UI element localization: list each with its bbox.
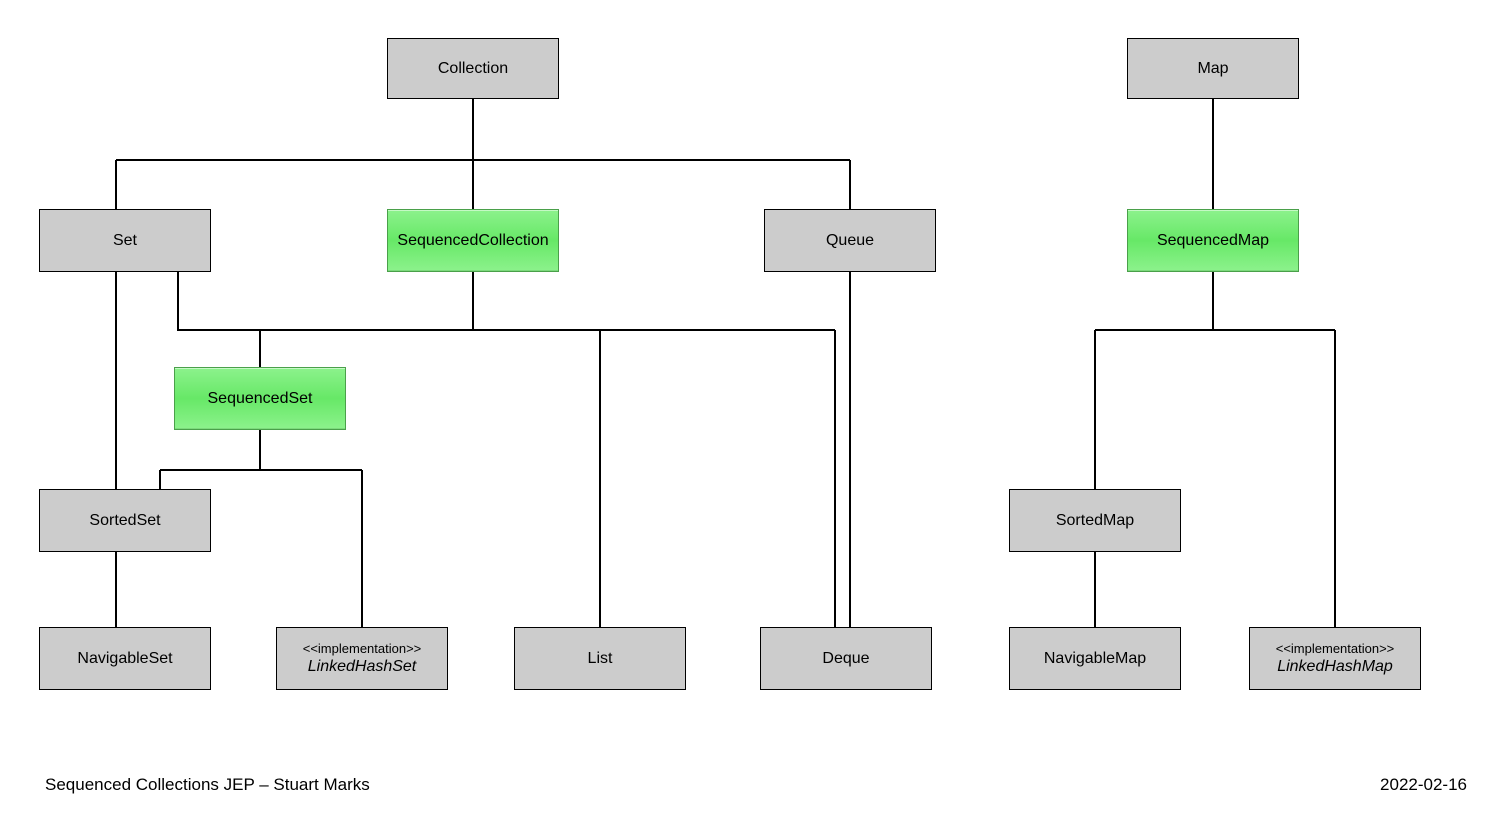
node-navigable-set: NavigableSet xyxy=(39,627,211,690)
node-collection: Collection xyxy=(387,38,559,99)
node-map: Map xyxy=(1127,38,1299,99)
footer-title: Sequenced Collections JEP – Stuart Marks xyxy=(45,775,370,795)
node-sorted-set: SortedSet xyxy=(39,489,211,552)
node-navigable-map: NavigableMap xyxy=(1009,627,1181,690)
node-linked-hash-set: <<implementation>> LinkedHashSet xyxy=(276,627,448,690)
node-sequenced-collection: SequencedCollection xyxy=(387,209,559,272)
stereotype-label: <<implementation>> xyxy=(303,641,422,657)
node-list: List xyxy=(514,627,686,690)
node-linked-hash-map: <<implementation>> LinkedHashMap xyxy=(1249,627,1421,690)
implementation-name: LinkedHashSet xyxy=(308,657,417,676)
node-sorted-map: SortedMap xyxy=(1009,489,1181,552)
node-deque: Deque xyxy=(760,627,932,690)
footer-date: 2022-02-16 xyxy=(1380,775,1467,795)
node-queue: Queue xyxy=(764,209,936,272)
stereotype-label: <<implementation>> xyxy=(1276,641,1395,657)
implementation-name: LinkedHashMap xyxy=(1277,657,1393,676)
node-sequenced-map: SequencedMap xyxy=(1127,209,1299,272)
node-sequenced-set: SequencedSet xyxy=(174,367,346,430)
node-set: Set xyxy=(39,209,211,272)
